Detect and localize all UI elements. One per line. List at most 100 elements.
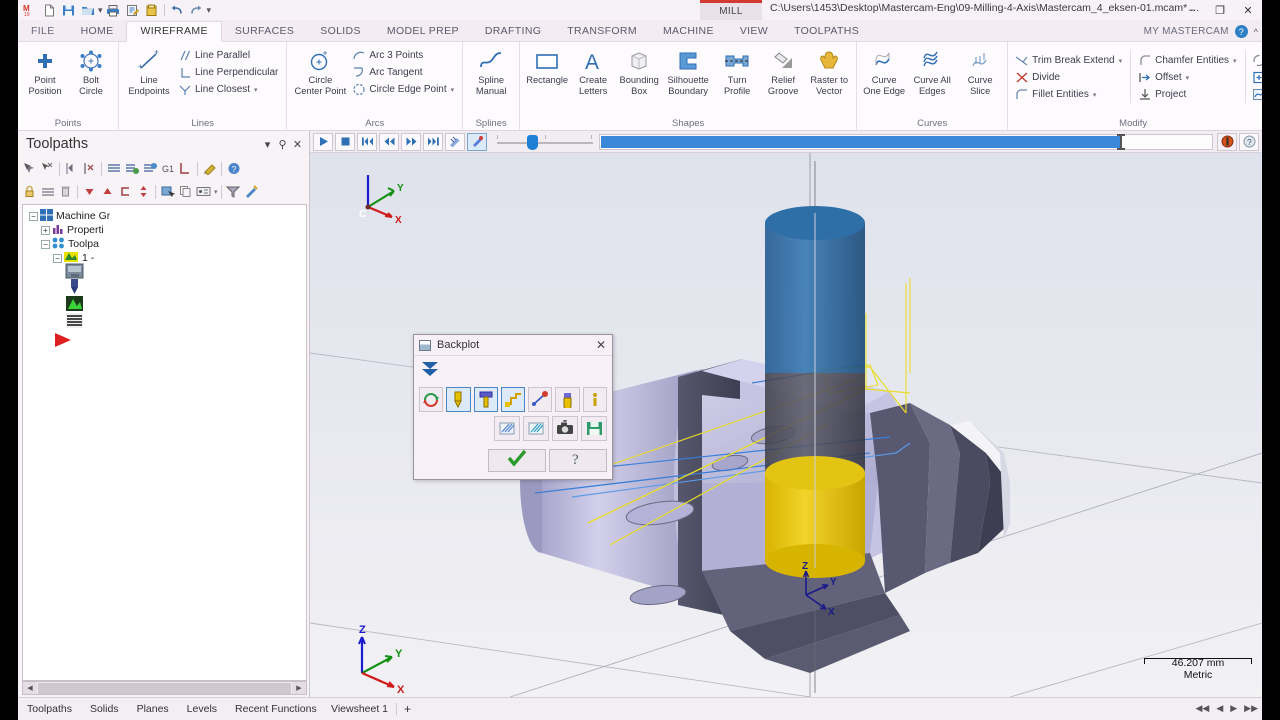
create-letters-button[interactable]: A Create Letters [570,45,616,96]
expander-icon[interactable]: − [53,253,62,263]
move-down-icon[interactable] [81,183,98,201]
stop-record-button[interactable] [1217,132,1237,151]
progress-cursor[interactable] [1117,133,1126,150]
step-back-button[interactable] [379,132,399,151]
deselect-invert-icon[interactable] [81,160,98,178]
display-holder-button[interactable] [473,387,498,412]
spline-manual-button[interactable]: Spline Manual [467,45,515,96]
select-all-icon[interactable] [21,160,38,178]
line-closest-button[interactable]: Line Closest ▾ [175,81,282,98]
tree-node-toolpath-group[interactable]: − Toolpa [29,237,306,251]
toolpaths-horizontal-scrollbar[interactable]: ◀ ▶ [22,681,307,695]
circle-center-point-button[interactable]: Circle Center Point [291,45,349,96]
tab-drafting[interactable]: DRAFTING [472,22,554,41]
step-forward-button[interactable] [401,132,421,151]
help-icon[interactable]: ? [1234,25,1248,38]
edit-document-icon[interactable] [124,2,141,19]
tab-wireframe[interactable]: WIREFRAME [126,21,222,42]
delete-icon[interactable] [57,183,74,201]
paint-icon[interactable] [243,183,260,201]
turn-profile-button[interactable]: Turn Profile [714,45,760,96]
point-position-button[interactable]: Point Position [22,45,68,96]
backplot-help-button[interactable]: ? [549,449,607,472]
lock-icon[interactable] [21,183,38,201]
regenerate-dirty-icon[interactable] [123,160,140,178]
double-chevron-down-icon[interactable] [419,362,441,383]
updown-icon[interactable] [135,183,152,201]
tree-node-geometry[interactable] [29,295,306,313]
filter-icon[interactable] [225,183,242,201]
backplot-progress-bar[interactable] [599,133,1213,150]
raster-to-vector-button[interactable]: Raster to Vector [806,45,852,96]
panel-dropdown-icon[interactable]: ▾ [260,138,275,151]
tab-transform[interactable]: TRANSFORM [554,22,650,41]
config-dropdown-icon[interactable]: ▾ [214,188,218,196]
line-parallel-button[interactable]: Line Parallel [175,47,282,64]
config-icon[interactable] [195,183,212,201]
line-perpendicular-button[interactable]: Line Perpendicular [175,64,282,81]
chevron-down-icon[interactable]: ▾ [1119,57,1123,65]
select-invert-icon[interactable] [63,160,80,178]
play-button[interactable] [313,132,333,151]
tree-node-insert-arrow[interactable] [29,330,306,352]
redo-icon[interactable] [188,2,205,19]
tree-node-tool[interactable] [29,278,306,296]
camera-button[interactable] [552,416,578,441]
tree-node-properties[interactable]: + Properti [29,223,306,237]
status-tab-solids[interactable]: Solids [81,703,128,715]
copy-icon[interactable] [177,183,194,201]
bounding-box-button[interactable]: Bounding Box [616,45,662,96]
print-icon[interactable] [105,2,122,19]
shade-alt-button[interactable] [523,416,549,441]
curve-slice-button[interactable]: Curve Slice [957,45,1003,96]
toolpaths-tree[interactable]: − Machine Gr + Properti − Toolpa − 1 - [22,204,307,681]
arc-tangent-button[interactable]: Arc Tangent [349,64,458,81]
chevron-down-icon[interactable]: ▾ [451,86,455,94]
arc-3-points-button[interactable]: Arc 3 Points [349,47,458,64]
display-rapid-moves-button[interactable] [500,387,526,412]
open-folder-icon[interactable] [79,2,96,19]
speed-slider-thumb[interactable] [526,134,538,150]
skip-to-end-button[interactable] [423,132,443,151]
open-dropdown-icon[interactable]: ▾ [98,5,103,16]
save-button[interactable] [581,416,607,441]
chamfer-entities-button[interactable]: Chamfer Entities ▾ [1135,52,1240,69]
status-tab-planes[interactable]: Planes [128,703,178,715]
regenerate-icon[interactable] [105,160,122,178]
backplot-icon[interactable] [201,160,218,178]
offset-button[interactable]: Offset ▾ [1135,69,1240,86]
refit-spline-button[interactable]: Refit Spline ▾ [1250,86,1262,103]
nav-next-icon[interactable]: ▶ [1230,703,1237,714]
nav-first-icon[interactable]: ◀◀ [1195,703,1209,714]
speed-slider[interactable] [495,133,595,151]
chevron-down-icon[interactable]: ▾ [254,86,258,94]
chevron-down-icon[interactable]: ▾ [1093,91,1097,99]
save-icon[interactable] [60,2,77,19]
nav-last-icon[interactable]: ▶▶ [1244,703,1258,714]
new-file-icon[interactable] [41,2,58,19]
endpoints-button[interactable] [528,387,553,412]
backplot-dialog[interactable]: Backplot ✕ ? [413,334,613,480]
refresh-cycle-button[interactable] [419,387,444,412]
qat-dropdown-icon[interactable]: ▾ [207,5,212,16]
backplot-help-button[interactable]: ? [1239,132,1259,151]
help-icon[interactable]: ? [225,160,242,178]
restore-button[interactable]: ❐ [1206,0,1234,20]
my-mastercam-link[interactable]: MY MASTERCAM [1144,26,1229,37]
shade-toolpath-button[interactable] [494,416,520,441]
post-icon[interactable] [177,160,194,178]
divide-button[interactable]: Divide [1012,69,1126,86]
tab-file[interactable]: FILE [18,22,68,41]
tool-tip-button[interactable] [467,132,487,151]
undo-icon[interactable] [169,2,186,19]
tab-toolpaths[interactable]: TOOLPATHS [781,22,872,41]
toolpath-display-button[interactable] [445,132,465,151]
tree-node-toolpath-result[interactable] [29,312,306,330]
tree-node-machine-group[interactable]: − Machine Gr [29,208,306,223]
nav-prev-icon[interactable]: ◀ [1216,703,1223,714]
tab-surfaces[interactable]: SURFACES [222,22,307,41]
expander-icon[interactable]: − [41,239,50,249]
status-tab-toolpaths[interactable]: Toolpaths [18,703,81,715]
tab-view[interactable]: VIEW [727,22,781,41]
tab-solids[interactable]: SOLIDS [307,22,374,41]
